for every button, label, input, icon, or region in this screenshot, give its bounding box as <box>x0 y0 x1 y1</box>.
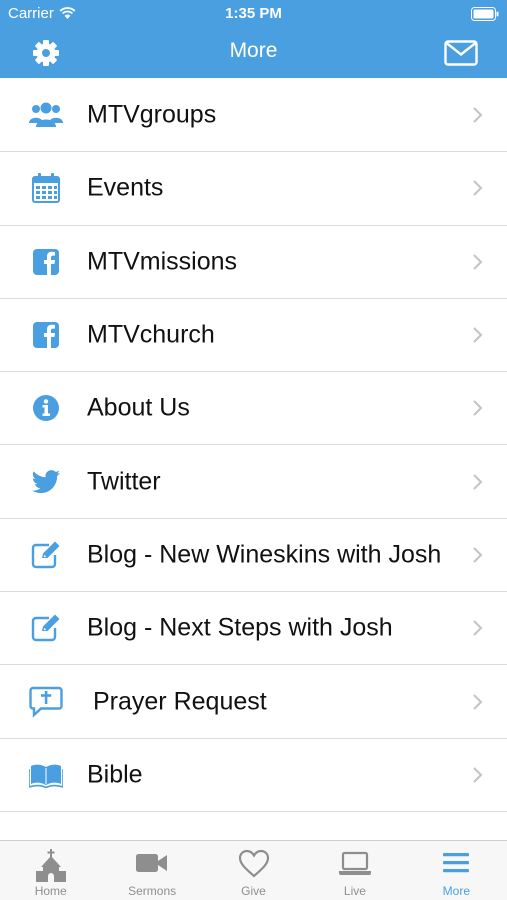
chevron-right-icon <box>473 254 483 270</box>
menu-item-blog-next-steps[interactable]: Blog - Next Steps with Josh <box>0 592 507 666</box>
status-time: 1:35 PM <box>225 5 282 22</box>
tab-more[interactable]: More <box>406 841 507 900</box>
heart-icon <box>238 849 269 878</box>
mail-icon[interactable] <box>444 40 478 66</box>
menu-item-about-us[interactable]: About Us <box>0 372 507 446</box>
chevron-right-icon <box>473 327 483 343</box>
menu-item-label: MTVchurch <box>87 320 215 349</box>
menu-item-label: Blog - New Wineskins with Josh <box>87 540 442 569</box>
laptop-icon <box>338 851 371 875</box>
menu-item-label: Prayer Request <box>93 687 267 716</box>
more-menu-list: MTVgroups Events MTVmissions MTVchurch A… <box>0 79 507 812</box>
menu-item-twitter[interactable]: Twitter <box>0 445 507 519</box>
chevron-right-icon <box>473 693 483 710</box>
facebook-icon <box>29 318 63 352</box>
menu-item-bible[interactable]: Bible <box>0 738 507 812</box>
menu-item-blog-new-wineskins[interactable]: Blog - New Wineskins with Josh <box>0 518 507 593</box>
menu-item-label: Blog - Next Steps with Josh <box>87 613 393 642</box>
menu-item-mtvgroups[interactable]: MTVgroups <box>0 79 507 153</box>
chevron-right-icon <box>473 107 483 123</box>
tab-label: More <box>442 884 470 898</box>
tab-live[interactable]: Live <box>304 841 405 900</box>
chevron-right-icon <box>473 400 483 417</box>
prayer-chat-icon <box>29 685 63 719</box>
menu-item-prayer-request[interactable]: Prayer Request <box>0 665 507 739</box>
edit-icon <box>29 611 63 645</box>
calendar-icon <box>29 171 63 205</box>
tab-sermons[interactable]: Sermons <box>101 841 202 900</box>
tab-label: Sermons <box>128 884 177 898</box>
tab-label: Home <box>34 884 67 898</box>
menu-item-label: MTVmissions <box>87 247 238 276</box>
status-bar: Carrier 1:35 PM <box>0 0 507 28</box>
menu-item-label: Bible <box>87 760 143 789</box>
chevron-right-icon <box>473 620 483 636</box>
tab-give[interactable]: Give <box>203 841 304 900</box>
tab-home[interactable]: Home <box>0 841 101 900</box>
twitter-icon <box>29 465 63 499</box>
info-icon <box>29 391 63 425</box>
facebook-icon <box>29 245 63 279</box>
book-icon <box>29 758 63 792</box>
page-title: More <box>229 39 278 62</box>
menu-item-label: Twitter <box>87 467 161 496</box>
video-camera-icon <box>136 854 168 872</box>
top-bar: Carrier 1:35 PM More <box>0 0 507 78</box>
menu-item-mtvmissions[interactable]: MTVmissions <box>0 225 507 299</box>
menu-item-label: About Us <box>87 393 190 422</box>
users-icon <box>29 98 63 132</box>
tab-bar: Home Sermons Give Live More <box>0 840 507 900</box>
edit-icon <box>29 538 63 572</box>
chevron-right-icon <box>473 547 483 563</box>
navigation-bar: More <box>0 28 507 78</box>
menu-item-label: Events <box>87 173 164 202</box>
chevron-right-icon <box>473 180 483 197</box>
menu-item-mtvchurch[interactable]: MTVchurch <box>0 298 507 373</box>
tab-label: Live <box>343 884 366 898</box>
battery-icon <box>471 7 499 21</box>
church-icon <box>35 849 66 882</box>
menu-item-events[interactable]: Events <box>0 152 507 226</box>
chevron-right-icon <box>473 767 483 783</box>
chevron-right-icon <box>473 473 483 490</box>
menu-item-label: MTVgroups <box>87 100 217 129</box>
tab-label: Give <box>241 884 266 898</box>
menu-icon <box>443 853 470 873</box>
